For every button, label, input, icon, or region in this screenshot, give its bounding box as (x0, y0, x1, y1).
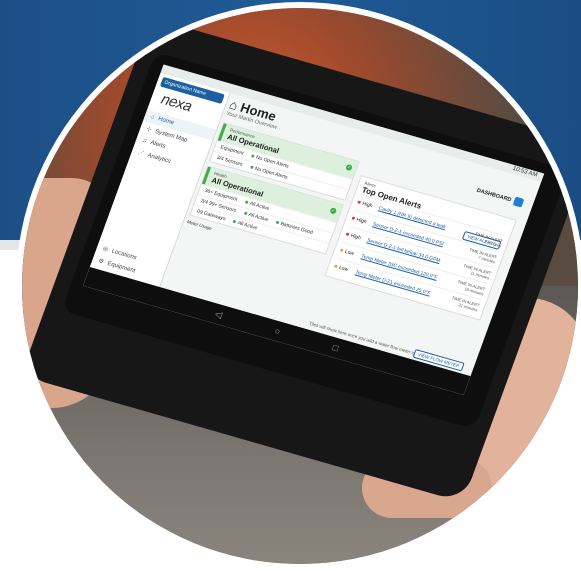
check-icon: ✓ (345, 163, 353, 172)
severity-text: High (349, 232, 362, 242)
status-time: 10:53 AM (511, 165, 539, 179)
severity-dot (351, 216, 356, 221)
sidebar-item-label: Equipment (106, 260, 137, 274)
chart-icon: ⋰ (136, 149, 145, 158)
grid-view-icon[interactable] (512, 196, 525, 208)
status-dot (232, 219, 237, 224)
alert-severity: Low (333, 263, 356, 275)
severity-dot (345, 232, 350, 237)
severity-text: High (361, 200, 374, 210)
severity-text: High (355, 216, 368, 226)
sidebar-item-label: Analytics (146, 152, 172, 165)
recents-icon[interactable]: □ (331, 342, 340, 353)
status-dot (244, 200, 249, 205)
severity-text: Low (338, 264, 349, 274)
severity-text: Low (343, 248, 355, 258)
check-icon: ✓ (329, 207, 338, 215)
location-icon: ◎ (101, 246, 109, 254)
status-dot (243, 211, 248, 216)
alert-severity: High (345, 231, 368, 243)
back-icon[interactable]: ◁ (213, 308, 224, 320)
bell-icon: ♫ (141, 137, 148, 145)
status-dot (249, 165, 254, 170)
alert-severity: High (357, 199, 380, 211)
severity-dot (357, 200, 362, 205)
map-icon: ⊹ (145, 126, 153, 134)
home-circle-icon[interactable]: ○ (273, 326, 282, 337)
status-dot (250, 154, 255, 159)
status-dot (275, 220, 280, 225)
row-right: All Active (232, 219, 259, 232)
severity-dot (339, 248, 344, 253)
photo-circle: 10:53 AM Organization Name nexa ⌂ Home ⊹… (22, 8, 578, 564)
equipment-icon: ⚙ (97, 258, 105, 266)
alert-severity: High (351, 215, 374, 227)
alert-severity: Low (339, 247, 362, 259)
severity-dot (333, 264, 338, 269)
row-right-text: All Active (236, 220, 259, 232)
home-icon: ⌂ (149, 114, 156, 121)
alert-time: TIME IN ALERT 21 minutes (446, 294, 480, 312)
sidebar-item-label: Alerts (149, 140, 167, 150)
